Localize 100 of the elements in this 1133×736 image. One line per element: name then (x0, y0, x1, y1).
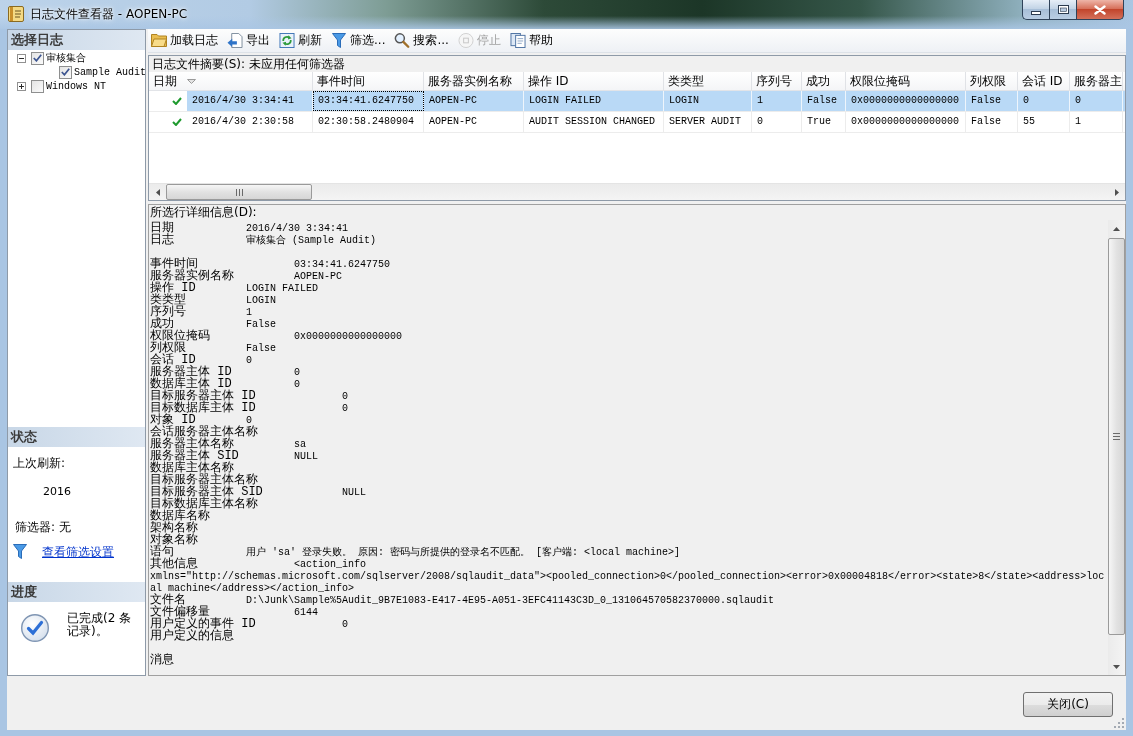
table-cell: LOGIN FAILED (524, 91, 664, 111)
detail-value: 0x0000000000000000 (294, 331, 403, 342)
detail-value: xmlns="http://schemas.microsoft.com/sqlserver/2008/sqlaudit_data"><pooled_connection>0</pooled_connection><error>0x00004818</error><state>8</state><address>loc (150, 571, 1105, 582)
sort-arrow-icon (187, 78, 196, 84)
table-cell: 1 (752, 91, 802, 111)
table-cell: 0 (1070, 91, 1123, 111)
check-icon (172, 97, 182, 105)
detail-label: 对象名称 (150, 533, 198, 547)
table-cell: False (966, 91, 1018, 111)
column-header[interactable]: 事件时间 (313, 72, 424, 90)
tree-item[interactable]: 审核集合 (46, 51, 86, 65)
expand-icon[interactable] (17, 81, 26, 91)
checkmark-icon (61, 68, 70, 76)
tree-item[interactable]: Sample Audit (74, 65, 146, 79)
table-cell: SERVER AUDIT (664, 112, 752, 132)
tree-item[interactable]: Windows NT (46, 79, 106, 93)
detail-label: 日志 (150, 233, 174, 247)
scrollbar-thumb[interactable] (166, 184, 312, 200)
detail-value: 1 (246, 307, 252, 318)
check-circle-icon (21, 614, 49, 642)
right-arrow-icon[interactable] (1114, 188, 1119, 196)
horizontal-scrollbar[interactable] (149, 183, 1125, 200)
toolbar-button[interactable]: 加载日志 (148, 29, 221, 52)
detail-label: 其他信息 (150, 557, 198, 571)
detail-value: AOPEN-PC (294, 271, 342, 282)
grip-icon (1113, 433, 1120, 440)
checkbox[interactable] (31, 51, 44, 65)
checkbox[interactable] (59, 65, 72, 79)
detail-label: 列权限 (150, 341, 186, 355)
column-header[interactable]: 会话 ID (1018, 72, 1070, 90)
checkbox[interactable] (31, 79, 44, 93)
table-cell: AOPEN-PC (424, 91, 524, 111)
table-cell: AOPEN-PC (424, 112, 524, 132)
table-cell: 0 (1018, 91, 1070, 111)
table-cell: 2016/4/30 2:30:58 (187, 112, 313, 132)
column-header[interactable]: 服务器实例名称 (424, 72, 524, 90)
window-title: 日志文件查看器 - AOPEN-PC (30, 6, 188, 22)
list-caption: 日志文件摘要(S): 未应用任何筛选器 (149, 56, 1125, 72)
toolbar-button[interactable]: 导出 (224, 29, 273, 52)
detail-value: <action_info (294, 559, 366, 570)
up-arrow-icon[interactable] (1113, 226, 1120, 231)
detail-value: False (246, 319, 276, 330)
window-close-button[interactable] (1076, 0, 1124, 20)
detail-value: False (246, 343, 276, 354)
stop-icon (457, 33, 474, 48)
column-header[interactable]: 成功 (802, 72, 846, 90)
minimize-icon (1031, 10, 1041, 15)
detail-value: 0 (342, 391, 348, 402)
funnel-icon (13, 544, 27, 559)
resize-grip-icon (1114, 718, 1124, 728)
detail-value: 0 (342, 619, 348, 630)
toolbar-button[interactable]: 搜索... (391, 29, 452, 52)
column-header[interactable]: 日期 (149, 72, 313, 90)
detail-value: 6144 (294, 607, 318, 618)
table-cell: 2016/4/30 3:34:41 (187, 91, 313, 111)
table-cell: LOGIN (664, 91, 752, 111)
column-header[interactable]: 服务器主 (1070, 72, 1123, 90)
detail-value: al machine</address></action_info> (150, 583, 355, 594)
table-cell: 0x0000000000000000 (846, 91, 966, 111)
search-icon (394, 33, 411, 48)
table-cell: 55 (1018, 112, 1070, 132)
detail-value: D:\Junk\Sample%5Audit_9B7E1083-E417-4E95-A051-3EFC41143C3D_0_131064570582370000.sqlaudit (246, 595, 775, 606)
section-header: 状态 (8, 427, 145, 447)
table-cell: 0 (752, 112, 802, 132)
toolbar-button[interactable]: 刷新 (276, 29, 325, 52)
page-arrow-icon (227, 33, 243, 48)
check-icon (172, 118, 182, 126)
detail-label: 语句 (150, 545, 174, 559)
maximize-button[interactable] (1049, 0, 1076, 20)
detail-value: NULL (342, 487, 366, 498)
toolbar-button[interactable]: 帮助 (506, 29, 556, 52)
view-filter-link[interactable]: 查看筛选设置 (42, 544, 114, 559)
column-header[interactable]: 列权限 (966, 72, 1018, 90)
last-refresh-value: 2016 (43, 485, 72, 499)
table-cell: AUDIT SESSION CHANGED (524, 112, 664, 132)
collapse-icon[interactable] (17, 53, 26, 63)
table-row[interactable]: 2016/4/30 3:34:41 03:34:41.6247750 AOPEN-PC LOGIN FAILED LOGIN 1 False 0x0000000000000000 False 0 0 (149, 91, 1125, 112)
close-icon (1094, 4, 1106, 15)
detail-value: LOGIN FAILED (246, 283, 318, 294)
grip-icon (235, 188, 243, 196)
column-header[interactable]: 权限位掩码 (846, 72, 966, 90)
column-header[interactable]: 类类型 (664, 72, 752, 90)
close-button[interactable]: 关闭(C) (1023, 692, 1113, 717)
table-row[interactable]: 2016/4/30 2:30:58 02:30:58.2480904 AOPEN-PC AUDIT SESSION CHANGED SERVER AUDIT 0 True 0x0000000000000000 False 55 1 (149, 112, 1125, 133)
refresh-icon (279, 33, 295, 48)
table-cell: False (966, 112, 1018, 132)
section-header: 选择日志 (8, 30, 145, 50)
toolbar-button[interactable]: 筛选... (328, 29, 389, 52)
down-arrow-icon[interactable] (1113, 664, 1120, 669)
table-cell: 02:30:58.2480904 (313, 112, 424, 132)
folder-icon (151, 33, 167, 48)
detail-value: 03:34:41.6247750 (294, 259, 390, 270)
column-header[interactable]: 序列号 (752, 72, 802, 90)
log-book-icon (8, 6, 24, 22)
minimize-button[interactable] (1022, 0, 1049, 20)
left-arrow-icon[interactable] (155, 188, 160, 196)
detail-value: 0 (246, 355, 252, 366)
table-cell: 03:34:41.6247750 (313, 91, 424, 111)
column-header[interactable]: 操作 ID (524, 72, 664, 90)
maximize-icon (1057, 5, 1069, 14)
